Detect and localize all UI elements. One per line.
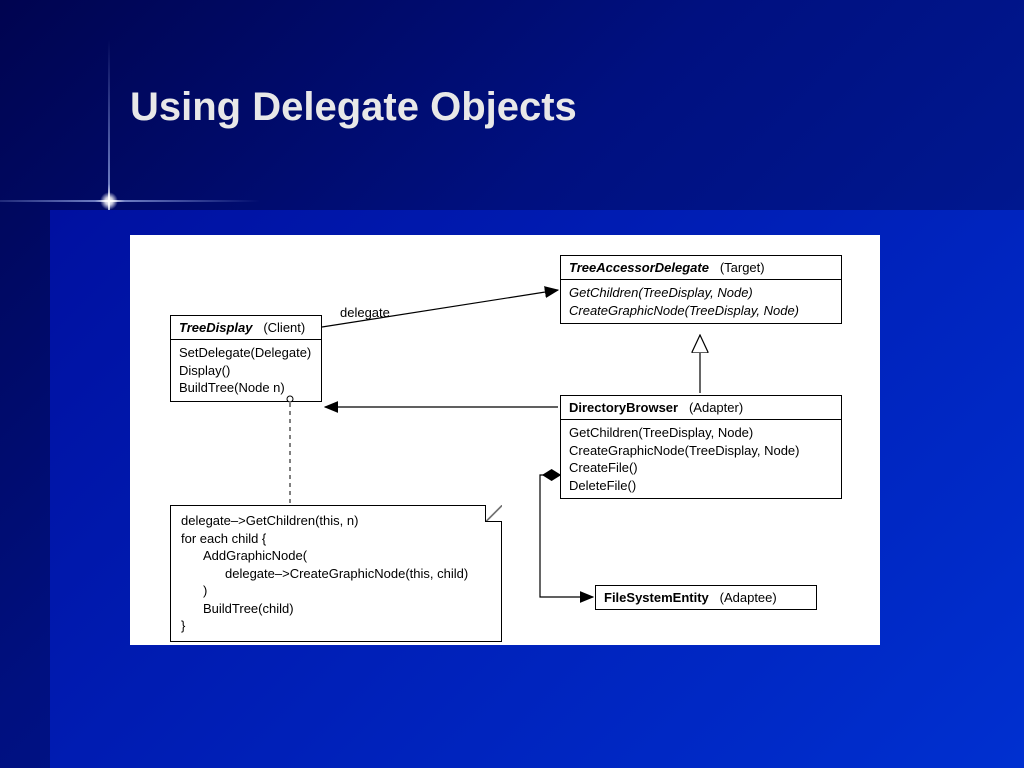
class-name: DirectoryBrowser bbox=[569, 400, 678, 415]
class-name: TreeDisplay bbox=[179, 320, 252, 335]
code-line: } bbox=[181, 617, 491, 635]
pseudocode-note: delegate–>GetChildren(this, n) for each … bbox=[170, 505, 502, 642]
class-directory-browser: DirectoryBrowser (Adapter) GetChildren(T… bbox=[560, 395, 842, 499]
op: CreateGraphicNode(TreeDisplay, Node) bbox=[569, 302, 833, 320]
op: BuildTree(Node n) bbox=[179, 379, 313, 397]
op: CreateFile() bbox=[569, 459, 833, 477]
flare-horizontal bbox=[0, 200, 260, 202]
op: CreateGraphicNode(TreeDisplay, Node) bbox=[569, 442, 833, 460]
op: GetChildren(TreeDisplay, Node) bbox=[569, 284, 833, 302]
code-line: AddGraphicNode( bbox=[181, 547, 491, 565]
class-role: (Adapter) bbox=[689, 400, 743, 415]
uml-diagram: TreeDisplay (Client) SetDelegate(Delegat… bbox=[130, 235, 880, 645]
class-role: (Target) bbox=[720, 260, 765, 275]
op: SetDelegate(Delegate) bbox=[179, 344, 313, 362]
class-tree-accessor-delegate: TreeAccessorDelegate (Target) GetChildre… bbox=[560, 255, 842, 324]
class-role: (Adaptee) bbox=[720, 590, 777, 605]
association-label: delegate bbox=[340, 305, 390, 320]
class-name: FileSystemEntity bbox=[604, 590, 709, 605]
class-name: TreeAccessorDelegate bbox=[569, 260, 709, 275]
class-tree-display: TreeDisplay (Client) SetDelegate(Delegat… bbox=[170, 315, 322, 402]
op: DeleteFile() bbox=[569, 477, 833, 495]
slide: Using Delegate Objects TreeDisplay (Clie… bbox=[0, 0, 1024, 768]
code-line: BuildTree(child) bbox=[181, 600, 491, 618]
code-line: ) bbox=[181, 582, 491, 600]
op: GetChildren(TreeDisplay, Node) bbox=[569, 424, 833, 442]
slide-title: Using Delegate Objects bbox=[130, 85, 577, 130]
note-dog-ear-icon bbox=[485, 505, 502, 522]
op: Display() bbox=[179, 362, 313, 380]
code-line: for each child { bbox=[181, 530, 491, 548]
class-file-system-entity: FileSystemEntity (Adaptee) bbox=[595, 585, 817, 610]
code-line: delegate–>CreateGraphicNode(this, child) bbox=[181, 565, 491, 583]
code-line: delegate–>GetChildren(this, n) bbox=[181, 512, 491, 530]
flare-core bbox=[100, 192, 118, 210]
